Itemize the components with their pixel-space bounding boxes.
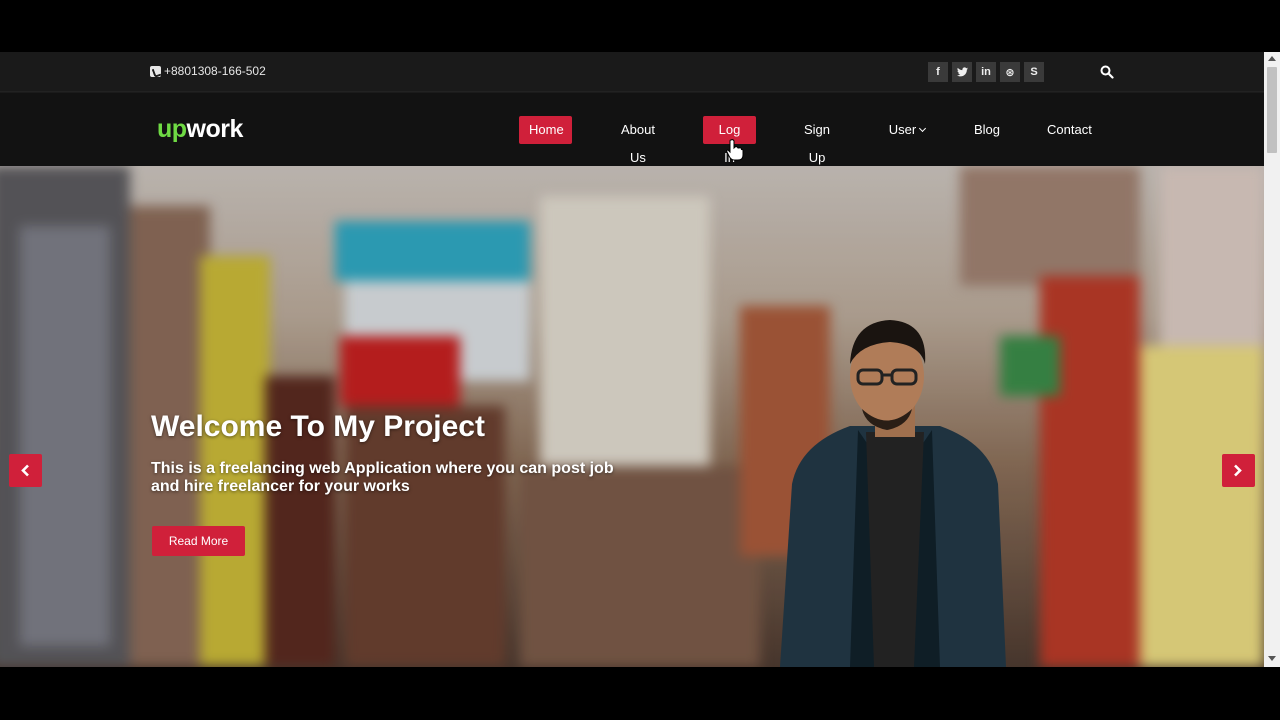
chevron-left-icon: [21, 464, 29, 477]
video-letterbox-top: [0, 0, 1280, 52]
browser-viewport: +8801308-166-502 f in ⊛ S upwork Home Ab…: [0, 52, 1264, 667]
top-bar: +8801308-166-502 f in ⊛ S: [0, 52, 1264, 92]
slider-prev-button[interactable]: [9, 454, 42, 487]
social-links: f in ⊛ S: [928, 62, 1044, 82]
twitter-icon[interactable]: [952, 62, 972, 82]
hero-person-image: [780, 320, 1006, 667]
vertical-scrollbar[interactable]: [1264, 52, 1280, 667]
nav-user-dropdown[interactable]: User: [878, 116, 936, 144]
chevron-right-icon: [1234, 464, 1242, 477]
search-icon[interactable]: [1100, 65, 1114, 79]
skype-icon[interactable]: S: [1024, 62, 1044, 82]
nav-user-label: User: [888, 122, 917, 137]
upwork-logo[interactable]: upwork: [157, 115, 243, 144]
hero-description: This is a freelancing web Application wh…: [151, 460, 614, 495]
scroll-down-arrow-icon[interactable]: [1268, 656, 1276, 661]
main-navbar: upwork Home About Us Log In Sign Up User…: [0, 93, 1264, 166]
facebook-icon[interactable]: f: [928, 62, 948, 82]
phone-contact: +8801308-166-502: [150, 64, 266, 78]
scroll-up-arrow-icon[interactable]: [1268, 56, 1276, 61]
hero-title: Welcome To My Project: [151, 410, 485, 443]
hand-cursor-icon: [726, 139, 744, 161]
video-letterbox-bottom: [0, 667, 1280, 720]
slider-next-button[interactable]: [1222, 454, 1255, 487]
nav-blog[interactable]: Blog: [964, 116, 1008, 144]
nav-about-us[interactable]: About Us: [602, 116, 674, 165]
phone-icon: [150, 65, 161, 77]
dribbble-icon[interactable]: ⊛: [1000, 62, 1020, 82]
scroll-thumb[interactable]: [1267, 67, 1277, 153]
nav-contact[interactable]: Contact: [1037, 116, 1101, 144]
phone-number: +8801308-166-502: [164, 64, 266, 78]
read-more-button[interactable]: Read More: [152, 526, 245, 556]
hero-slider: Welcome To My Project This is a freelanc…: [0, 166, 1264, 667]
nav-sign-up[interactable]: Sign Up: [786, 116, 848, 165]
chevron-down-icon: [919, 124, 927, 133]
linkedin-icon[interactable]: in: [976, 62, 996, 82]
nav-home[interactable]: Home: [519, 116, 572, 144]
